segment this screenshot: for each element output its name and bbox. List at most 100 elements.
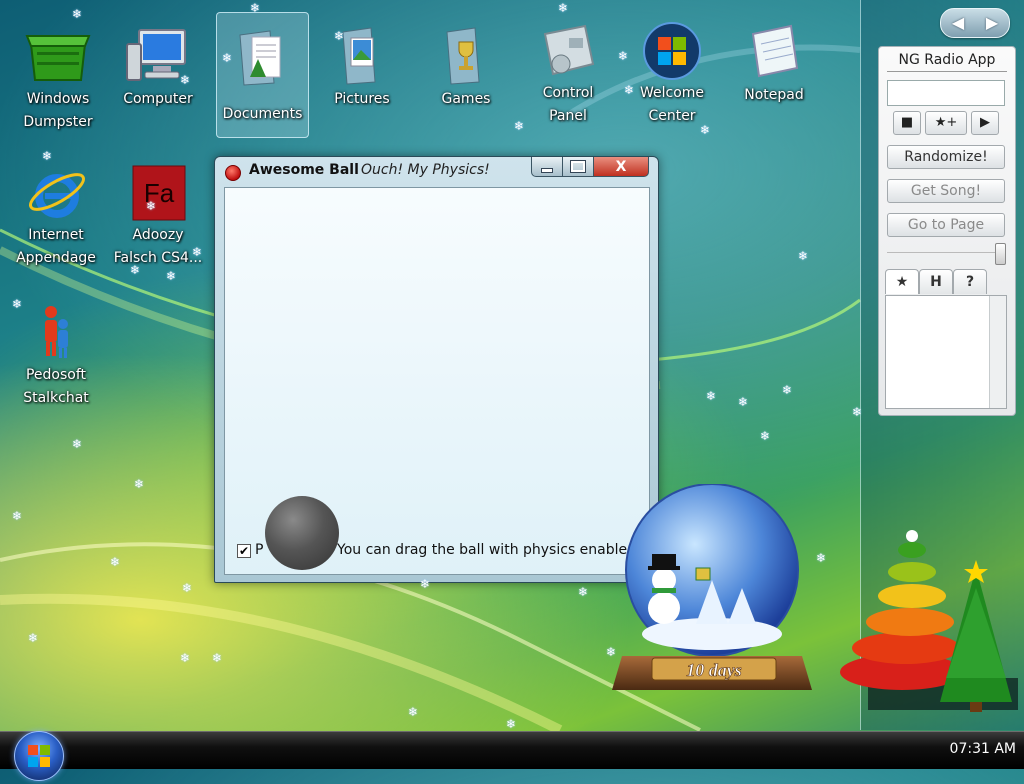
- snowflake-icon: ❄: [28, 631, 39, 645]
- radio-song-field[interactable]: [887, 80, 1005, 106]
- drag-hint-text: You can drag the ball with physics enabl…: [337, 542, 641, 558]
- snowflake-icon: ❄: [72, 437, 83, 451]
- snowflake-icon: ❄: [166, 269, 177, 283]
- desktop-icon-pictures[interactable]: Pictures: [312, 26, 412, 111]
- start-button[interactable]: [14, 731, 64, 781]
- stop-icon: ■: [900, 115, 914, 130]
- close-button[interactable]: X: [593, 157, 649, 177]
- snowflake-icon: ❄: [212, 651, 223, 665]
- favorite-add-button[interactable]: ★+: [925, 111, 967, 135]
- snowflake-icon: ❄: [706, 389, 717, 403]
- volume-slider[interactable]: [995, 243, 1006, 265]
- snowflake-icon: ❄: [760, 429, 771, 443]
- desktop-icon-label: Welcome Center: [639, 85, 705, 124]
- desktop-icon-notepad[interactable]: Notepad: [724, 22, 824, 107]
- stop-button[interactable]: ■: [893, 111, 921, 135]
- documents-folder-icon: [230, 27, 296, 89]
- snowflake-icon: ❄: [738, 395, 749, 409]
- messenger-people-icon: [23, 302, 89, 364]
- notepad-icon: [741, 22, 807, 84]
- desktop-icon-label: Computer: [123, 91, 193, 107]
- taskbar-clock[interactable]: 07:31 AM: [950, 741, 1016, 757]
- windows-logo-icon: [639, 20, 705, 82]
- window-title: Awesome Ball: [249, 162, 359, 178]
- snowflake-icon: ❄: [782, 383, 793, 397]
- maximize-icon: [570, 160, 586, 173]
- window-titlebar[interactable]: Awesome Ball Ouch! My Physics! X: [215, 157, 658, 185]
- arrow-right-icon[interactable]: ▶: [986, 15, 998, 31]
- internet-explorer-icon: [23, 162, 89, 224]
- physics-checkbox[interactable]: ✔: [237, 544, 251, 558]
- snowflake-icon: ❄: [558, 1, 569, 15]
- minimize-button[interactable]: [531, 157, 563, 177]
- desktop-icon-label: Pedosoft Stalkchat: [23, 367, 89, 406]
- desktop-icon-label: Control Panel: [542, 85, 594, 124]
- star-plus-icon: ★+: [934, 115, 958, 130]
- snowflake-icon: ❄: [578, 585, 589, 599]
- play-button[interactable]: ▶: [971, 111, 999, 135]
- minimize-icon: [541, 167, 553, 173]
- close-icon: X: [615, 158, 627, 175]
- snowflake-icon: ❄: [12, 509, 23, 523]
- volume-track: [887, 252, 995, 253]
- app-icon: [225, 165, 241, 181]
- tab-help[interactable]: ?: [953, 269, 987, 294]
- desktop-icon-documents[interactable]: Documents: [216, 12, 309, 138]
- gadget-tabs: ★ H ?: [885, 269, 1009, 295]
- desktop-icon-label: Internet Appendage: [16, 227, 96, 266]
- desktop-icon-internet-appendage[interactable]: Internet Appendage: [6, 162, 106, 270]
- desktop-icon-adoozy-falsch[interactable]: Fa Adoozy Falsch CS4...: [108, 162, 208, 270]
- tab-favorites[interactable]: ★: [885, 269, 919, 294]
- desktop-icon-pedosoft-stalkchat[interactable]: Pedosoft Stalkchat: [6, 302, 106, 410]
- gadget-title: NG Radio App: [898, 52, 996, 68]
- pictures-folder-icon: [329, 26, 395, 88]
- taskbar: [0, 731, 1024, 769]
- desktop-icon-label: Pictures: [334, 91, 390, 107]
- desktop-icon-computer[interactable]: Computer: [108, 26, 208, 111]
- play-icon: ▶: [980, 115, 990, 130]
- snowflake-icon: ❄: [182, 581, 193, 595]
- snowflake-icon: ❄: [180, 651, 191, 665]
- snowflake-icon: ❄: [110, 555, 121, 569]
- favorites-list[interactable]: [885, 295, 1007, 409]
- list-scrollbar[interactable]: [989, 296, 1006, 408]
- windows-logo-icon: [28, 745, 50, 767]
- tab-history[interactable]: H: [919, 269, 953, 294]
- ng-radio-gadget: NG Radio App ■ ★+ ▶ Randomize! Get Song!…: [878, 46, 1016, 416]
- maximize-button[interactable]: [562, 157, 594, 177]
- snowflake-icon: ❄: [506, 717, 517, 731]
- desktop-icon-label: Adoozy Falsch CS4...: [113, 227, 203, 266]
- desktop-icon-welcome-center[interactable]: Welcome Center: [622, 20, 722, 128]
- snowflake-icon: ❄: [72, 7, 83, 21]
- awesome-ball-window[interactable]: Awesome Ball Ouch! My Physics! X ✔ P You…: [214, 156, 659, 583]
- adobe-flash-icon: Fa: [125, 162, 191, 224]
- countdown-text: 10 days: [686, 660, 742, 680]
- window-subtitle: Ouch! My Physics!: [361, 162, 490, 178]
- desktop-icon-control-panel[interactable]: Control Panel: [518, 20, 618, 128]
- desktop-icon-windows-dumpster[interactable]: Windows Dumpster: [8, 26, 108, 134]
- christmas-tree-gadget[interactable]: [832, 488, 1022, 718]
- draggable-ball[interactable]: [265, 496, 339, 570]
- desktop-icon-games[interactable]: Games: [416, 26, 516, 111]
- get-song-button[interactable]: Get Song!: [887, 179, 1005, 203]
- arrow-left-icon[interactable]: ◀: [952, 15, 964, 31]
- physics-canvas[interactable]: ✔ P You can drag the ball with physics e…: [224, 187, 650, 575]
- snowflake-icon: ❄: [816, 551, 827, 565]
- title-divider: [887, 71, 1007, 72]
- snowflake-icon: ❄: [798, 249, 809, 263]
- snow-globe-countdown[interactable]: 10 days: [612, 483, 817, 704]
- computer-icon: [125, 26, 191, 88]
- desktop-icon-label: Windows Dumpster: [23, 91, 93, 130]
- desktop-icon-label: Documents: [222, 106, 303, 122]
- go-to-page-button[interactable]: Go to Page: [887, 213, 1005, 237]
- sidebar-nav: ◀ ▶: [940, 8, 1010, 38]
- snowflake-icon: ❄: [134, 477, 145, 491]
- randomize-button[interactable]: Randomize!: [887, 145, 1005, 169]
- snowflake-icon: ❄: [408, 705, 419, 719]
- desktop-icon-label: Games: [441, 91, 491, 107]
- control-panel-icon: [535, 20, 601, 82]
- svg-text:Fa: Fa: [144, 178, 175, 208]
- snowflake-icon: ❄: [42, 149, 53, 163]
- dumpster-icon: [25, 26, 91, 88]
- physics-checkbox-label: P: [255, 542, 264, 558]
